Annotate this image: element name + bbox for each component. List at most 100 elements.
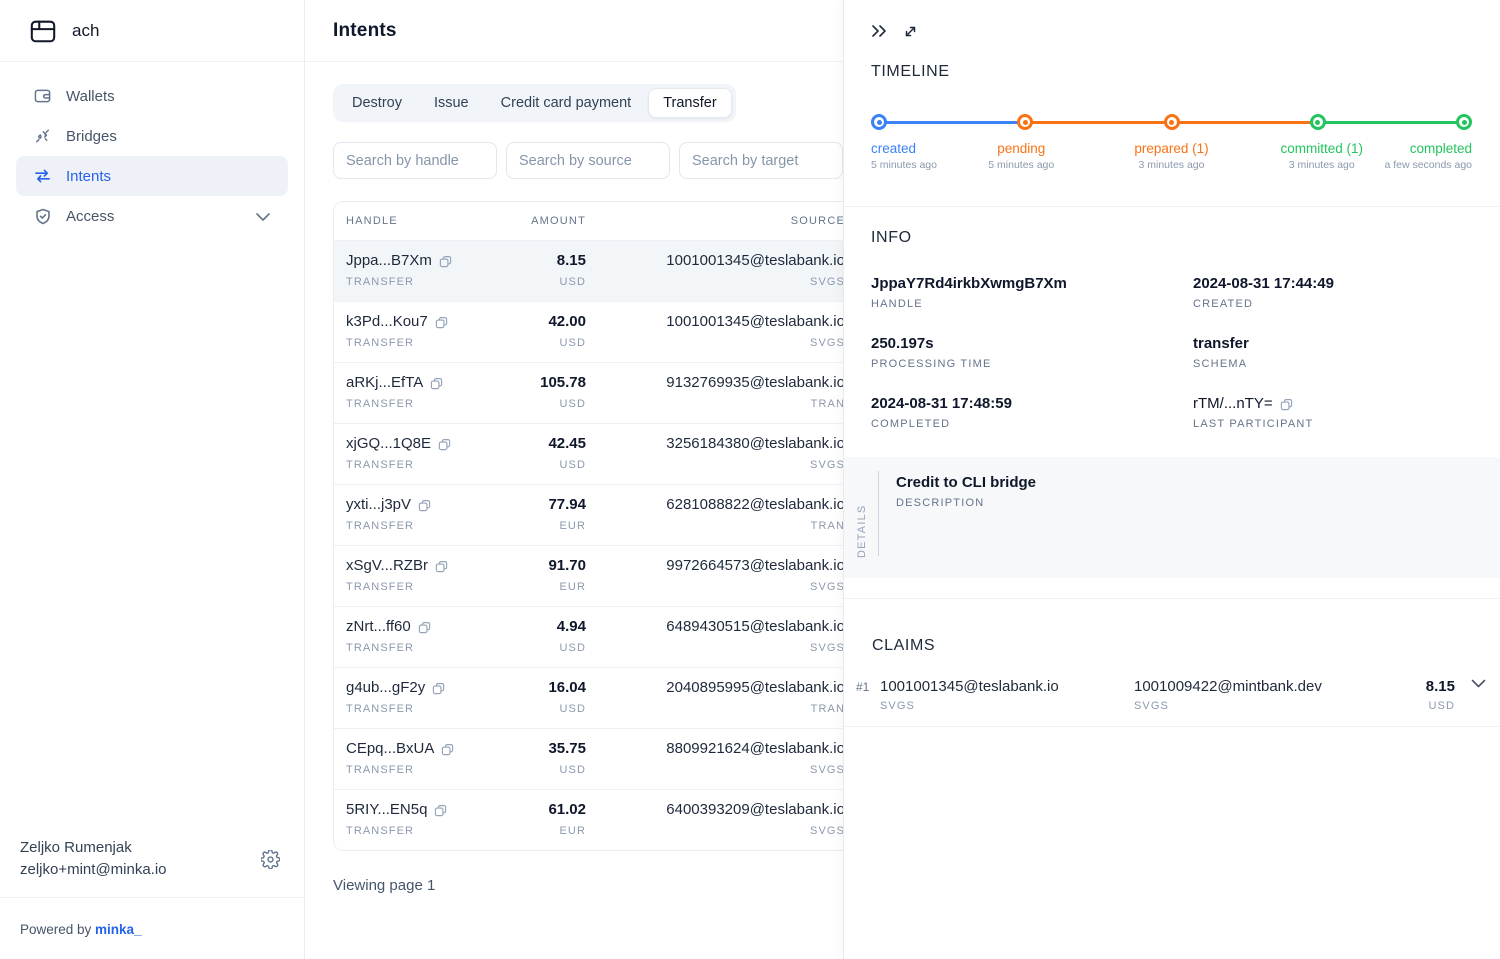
table-row[interactable]: xSgV...RZBrTRANSFER 91.70EUR 9972664573@…: [334, 545, 863, 606]
timeline-segment: [1031, 121, 1165, 124]
info-field-processing-time: 250.197s PROCESSING TIME: [871, 334, 1193, 370]
row-type: TRANSFER: [346, 761, 506, 779]
table-row[interactable]: aRKj...EfTATRANSFER 105.78USD 9132769935…: [334, 362, 863, 423]
row-type: TRANSFER: [346, 517, 506, 535]
details-description: Credit to CLI bridge: [896, 473, 1036, 493]
row-handle: zNrt...ff60: [346, 617, 411, 637]
copy-icon[interactable]: [434, 804, 447, 817]
row-type: TRANSFER: [346, 456, 506, 474]
bridge-plug-icon: [34, 128, 51, 144]
table-row[interactable]: CEpq...BxUATRANSFER 35.75USD 8809921624@…: [334, 728, 863, 789]
tab-destroy[interactable]: Destroy: [337, 88, 417, 118]
table-row[interactable]: zNrt...ff60TRANSFER 4.94USD 6489430515@t…: [334, 606, 863, 667]
column-header-handle: HANDLE: [346, 215, 506, 227]
row-amount: 16.04: [506, 678, 586, 698]
tab-transfer[interactable]: Transfer: [648, 88, 731, 118]
sidebar-item-intents[interactable]: Intents: [16, 156, 288, 196]
table-row[interactable]: g4ub...gF2yTRANSFER 16.04USD 2040895995@…: [334, 667, 863, 728]
sidebar-item-access[interactable]: Access: [16, 196, 288, 236]
gear-icon[interactable]: [261, 850, 280, 869]
timeline-stage-completed: completeda few seconds ago: [1384, 140, 1472, 173]
app-logo-text: ach: [72, 21, 99, 41]
row-source: 1001001345@teslabank.io: [586, 251, 845, 271]
chevron-down-icon[interactable]: [1471, 677, 1486, 688]
row-source: 6489430515@teslabank.io: [586, 617, 845, 637]
row-amount: 42.45: [506, 434, 586, 454]
column-header-source: SOURCE: [586, 215, 845, 227]
row-currency: USD: [506, 334, 586, 352]
info-field-completed: 2024-08-31 17:48:59 COMPLETED: [871, 394, 1193, 430]
row-source: 1001001345@teslabank.io: [586, 312, 845, 332]
page-title: Intents: [333, 20, 397, 42]
copy-icon[interactable]: [430, 377, 443, 390]
row-source-type: SVGS: [586, 761, 845, 779]
claim-row[interactable]: #1 1001001345@teslabank.io SVGS 10010094…: [844, 677, 1500, 727]
claims-heading: CLAIMS: [844, 615, 1500, 655]
expand-panel-icon[interactable]: [903, 24, 918, 39]
tab-credit-card-payment[interactable]: Credit card payment: [486, 88, 647, 118]
sidebar-item-bridges[interactable]: Bridges: [16, 116, 288, 156]
info-section: INFO JppaY7Rd4irkbXwmgB7Xm HANDLE 2024-0…: [844, 207, 1500, 430]
minka-brand-link[interactable]: minka_: [95, 922, 142, 937]
timeline-dot-pending: [1017, 114, 1033, 130]
copy-icon[interactable]: [432, 682, 445, 695]
timeline-labels: created5 minutes ago pending5 minutes ag…: [871, 140, 1472, 186]
copy-icon[interactable]: [435, 316, 448, 329]
sidebar-item-wallets[interactable]: Wallets: [16, 76, 288, 116]
row-type: TRANSFER: [346, 700, 506, 718]
wallet-icon: [34, 88, 51, 104]
row-source-type: SVGS: [586, 273, 845, 291]
shield-check-icon: [34, 208, 51, 225]
table-row[interactable]: Jppa...B7XmTRANSFER 8.15USD 1001001345@t…: [334, 240, 863, 301]
copy-icon[interactable]: [438, 438, 451, 451]
timeline-section: TIMELINE created5 minutes ago pending5 m…: [844, 39, 1500, 186]
timeline-stage-committed: committed (1)3 minutes ago: [1280, 140, 1363, 173]
row-source-type: SVGS: [586, 822, 845, 840]
row-currency: EUR: [506, 578, 586, 596]
timeline-dot-created: [871, 114, 887, 130]
panel-divider: [844, 598, 1500, 599]
table-row[interactable]: 5RIY...EN5qTRANSFER 61.02EUR 6400393209@…: [334, 789, 863, 850]
row-source-type: SVGS: [586, 639, 845, 657]
user-block: Zeljko Rumenjak zeljko+mint@minka.io: [0, 823, 304, 897]
search-by-handle-input[interactable]: [333, 142, 497, 179]
details-content: Credit to CLI bridge DESCRIPTION: [879, 471, 1036, 578]
claim-index: #1: [856, 677, 880, 694]
row-source-type: SVGS: [586, 578, 845, 596]
copy-icon[interactable]: [439, 255, 452, 268]
table-row[interactable]: k3Pd...Kou7TRANSFER 42.00USD 1001001345@…: [334, 301, 863, 362]
search-by-target-input[interactable]: [679, 142, 843, 179]
copy-icon[interactable]: [441, 743, 454, 756]
info-heading: INFO: [871, 229, 1472, 247]
row-handle: yxti...j3pV: [346, 495, 411, 515]
table-row[interactable]: xjGQ...1Q8ETRANSFER 42.45USD 3256184380@…: [334, 423, 863, 484]
row-handle: g4ub...gF2y: [346, 678, 425, 698]
copy-icon[interactable]: [418, 499, 431, 512]
collapse-panel-icon[interactable]: [871, 24, 887, 39]
sidebar-spacer: [0, 236, 304, 823]
row-handle: k3Pd...Kou7: [346, 312, 428, 332]
copy-icon[interactable]: [435, 560, 448, 573]
panel-toolbar: [844, 0, 1500, 39]
copy-icon[interactable]: [418, 621, 431, 634]
table-row[interactable]: yxti...j3pVTRANSFER 77.94EUR 6281088822@…: [334, 484, 863, 545]
search-by-source-input[interactable]: [506, 142, 670, 179]
timeline-dot-completed: [1456, 114, 1472, 130]
tab-issue[interactable]: Issue: [419, 88, 484, 118]
info-field-handle: JppaY7Rd4irkbXwmgB7Xm HANDLE: [871, 274, 1193, 310]
info-grid: JppaY7Rd4irkbXwmgB7Xm HANDLE 2024-08-31 …: [871, 274, 1472, 430]
details-description-label: DESCRIPTION: [896, 497, 1036, 509]
app-logo-icon: [28, 17, 58, 45]
row-source-type: TRAN: [586, 517, 845, 535]
claim-source: 1001001345@teslabank.io SVGS: [880, 677, 1134, 712]
row-source: 6400393209@teslabank.io: [586, 800, 845, 820]
intents-table: HANDLE AMOUNT SOURCE Jppa...B7XmTRANSFER…: [333, 201, 863, 851]
copy-icon[interactable]: [1280, 398, 1293, 411]
row-amount: 91.70: [506, 556, 586, 576]
row-currency: USD: [506, 761, 586, 779]
row-source: 2040895995@teslabank.io: [586, 678, 845, 698]
timeline-track: [871, 114, 1472, 130]
sidebar: ach Wallets: [0, 0, 305, 959]
claim-target: 1001009422@mintbank.dev SVGS: [1134, 677, 1426, 712]
intent-detail-panel: TIMELINE created5 minutes ago pending5 m…: [843, 0, 1500, 959]
